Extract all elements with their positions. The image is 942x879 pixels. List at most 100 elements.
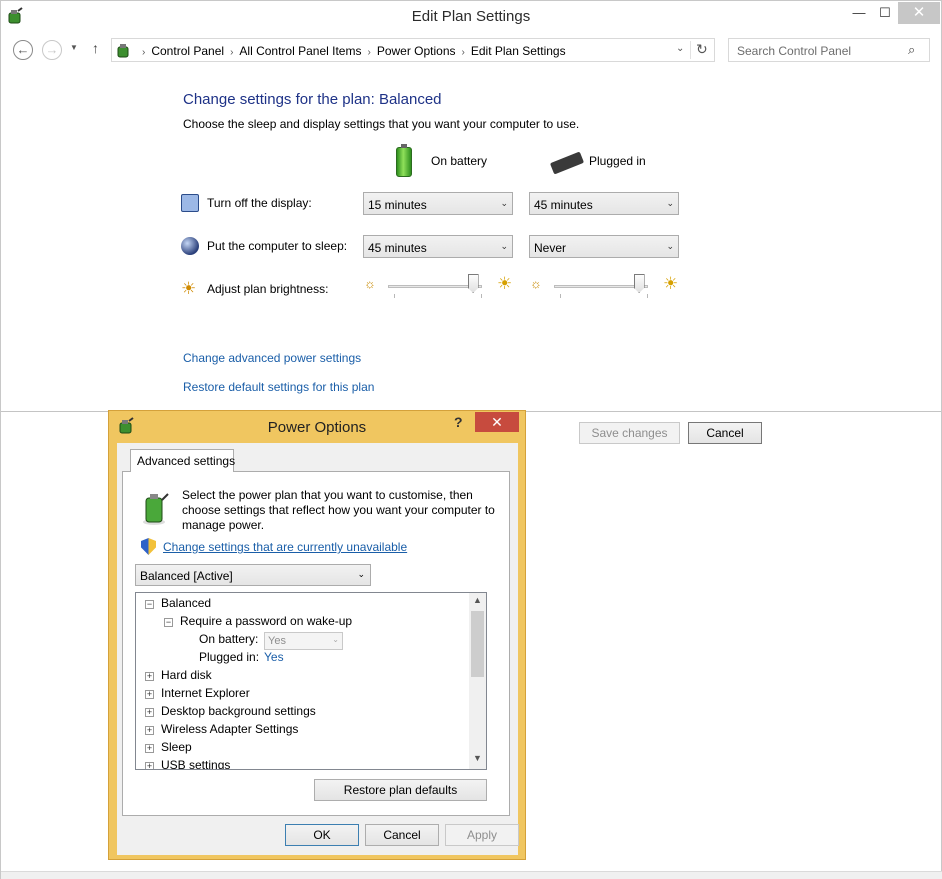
expand-icon[interactable]: +: [145, 762, 154, 769]
refresh-icon[interactable]: ↻: [696, 41, 708, 58]
expand-icon[interactable]: +: [145, 708, 154, 717]
slider-thumb[interactable]: [633, 274, 645, 293]
minimize-button[interactable]: —: [846, 2, 872, 24]
dialog-title: Power Options: [267, 419, 367, 436]
power-plug-icon: [549, 151, 585, 175]
tree-item-internet-explorer[interactable]: Internet Explorer: [161, 686, 250, 700]
breadcrumb-edit-plan[interactable]: Edit Plan Settings: [471, 44, 566, 58]
plugged-in-setting-label: Plugged in:: [199, 650, 260, 664]
tree-item-sleep[interactable]: Sleep: [161, 740, 192, 754]
collapse-icon[interactable]: −: [164, 618, 173, 627]
scroll-down-icon[interactable]: ▼: [473, 753, 482, 763]
change-advanced-settings-link[interactable]: Change advanced power settings: [183, 351, 361, 365]
sleep-plugged-select[interactable]: Never ⌄: [529, 235, 679, 258]
breadcrumb: › Control Panel › All Control Panel Items › P…: [136, 44, 566, 58]
chevron-down-icon: ⌄: [357, 569, 365, 579]
breadcrumb-separator: ›: [367, 47, 371, 58]
slider-tick: [481, 294, 482, 298]
breadcrumb-power-options[interactable]: Power Options: [377, 44, 456, 58]
sleep-battery-select[interactable]: 45 minutes ⌄: [363, 235, 513, 258]
ok-button[interactable]: OK: [285, 824, 359, 846]
chevron-down-icon: ⌄: [500, 198, 508, 208]
dialog-body: Advanced settings Select the power plan …: [117, 443, 519, 855]
brightness-plugged-slider[interactable]: ☼ ☀: [530, 274, 690, 298]
dialog-description: Select the power plan that you want to c…: [182, 488, 495, 532]
expand-icon[interactable]: +: [145, 744, 154, 753]
back-button[interactable]: ←: [13, 40, 33, 60]
restore-defaults-link[interactable]: Restore default settings for this plan: [183, 380, 374, 394]
expand-icon[interactable]: +: [145, 726, 154, 735]
settings-tree[interactable]: − Balanced − Require a password on wake-…: [135, 592, 487, 770]
breadcrumb-separator: ›: [230, 47, 234, 58]
tree-item-password-wakeup[interactable]: Require a password on wake-up: [180, 614, 352, 628]
scrollbar-thumb[interactable]: [471, 611, 484, 677]
moon-sleep-icon: [181, 237, 199, 255]
power-plan-battery-icon: [143, 493, 169, 525]
slider-tick: [560, 294, 561, 298]
on-battery-label: On battery: [431, 154, 488, 168]
slider-tick: [647, 294, 648, 298]
slider-tick: [394, 294, 395, 298]
tree-item-balanced[interactable]: Balanced: [161, 596, 211, 610]
search-input[interactable]: Search Control Panel ⌕: [728, 38, 930, 62]
tab-advanced-settings[interactable]: Advanced settings: [130, 449, 235, 472]
dialog-cancel-button[interactable]: Cancel: [365, 824, 439, 846]
breadcrumb-separator: ›: [461, 47, 465, 58]
chevron-down-icon: ⌄: [332, 635, 339, 644]
chevron-down-icon: ⌄: [666, 198, 674, 208]
power-plan-value: Balanced [Active]: [140, 569, 233, 583]
power-options-dialog: Power Options ? ✕ Advanced settings Sele…: [108, 410, 526, 860]
brightness-battery-slider[interactable]: ☼ ☀: [364, 274, 524, 298]
save-changes-button[interactable]: Save changes: [579, 422, 680, 444]
power-plan-select[interactable]: Balanced [Active] ⌄: [135, 564, 371, 586]
on-battery-setting-value: Yes: [268, 635, 286, 647]
expand-icon[interactable]: +: [145, 690, 154, 699]
forward-button[interactable]: →: [42, 40, 62, 60]
dim-sun-icon: ☼: [364, 276, 376, 291]
collapse-icon[interactable]: −: [145, 600, 154, 609]
recent-locations-chevron-icon[interactable]: ▼: [70, 43, 78, 52]
expand-icon[interactable]: +: [145, 672, 154, 681]
on-battery-setting-label: On battery:: [199, 632, 259, 646]
address-dropdown-icon[interactable]: ⌄: [676, 43, 684, 54]
search-icon[interactable]: ⌕: [908, 42, 915, 58]
advanced-settings-panel: Select the power plan that you want to c…: [122, 471, 510, 816]
tree-scrollbar[interactable]: ▲ ▼: [469, 593, 486, 769]
scroll-up-icon[interactable]: ▲: [473, 595, 482, 605]
status-strip: [1, 871, 942, 879]
address-bar[interactable]: › Control Panel › All Control Panel Items › P…: [111, 38, 715, 62]
apply-button[interactable]: Apply: [445, 824, 519, 846]
display-battery-select[interactable]: 15 minutes ⌄: [363, 192, 513, 215]
dialog-title-bar: Power Options ? ✕: [109, 411, 525, 441]
window-title: Edit Plan Settings: [411, 8, 531, 25]
restore-plan-defaults-button[interactable]: Restore plan defaults: [314, 779, 487, 801]
uac-shield-icon: [141, 538, 156, 555]
breadcrumb-separator: ›: [142, 47, 146, 58]
address-divider: [690, 41, 691, 59]
tree-item-usb-settings[interactable]: USB settings: [161, 758, 230, 769]
breadcrumb-all-items[interactable]: All Control Panel Items: [239, 44, 361, 58]
chevron-down-icon: ⌄: [666, 241, 674, 251]
tree-item-wireless-adapter[interactable]: Wireless Adapter Settings: [161, 722, 298, 736]
page-description: Choose the sleep and display settings th…: [183, 117, 580, 131]
display-plugged-select[interactable]: 45 minutes ⌄: [529, 192, 679, 215]
cancel-button[interactable]: Cancel: [688, 422, 762, 444]
tree-item-desktop-background[interactable]: Desktop background settings: [161, 704, 316, 718]
plugged-in-setting-value[interactable]: Yes: [264, 650, 284, 664]
maximize-button[interactable]: ☐: [872, 2, 898, 24]
dialog-close-button[interactable]: ✕: [475, 412, 519, 432]
navigation-bar: ← → ▼ ↑ › Control Panel › All Control Panel…: [1, 35, 941, 65]
on-battery-setting-select[interactable]: Yes ⌄: [264, 632, 343, 650]
search-placeholder: Search Control Panel: [737, 44, 852, 58]
change-unavailable-settings-link[interactable]: Change settings that are currently unava…: [163, 540, 407, 554]
up-button[interactable]: ↑: [92, 40, 99, 56]
breadcrumb-control-panel[interactable]: Control Panel: [151, 44, 224, 58]
close-button[interactable]: ✕: [898, 2, 940, 24]
help-button[interactable]: ?: [454, 414, 463, 430]
display-plugged-value: 45 minutes: [534, 198, 593, 212]
title-bar: Edit Plan Settings — ☐ ✕: [1, 1, 941, 31]
tree-item-hard-disk[interactable]: Hard disk: [161, 668, 212, 682]
plugged-in-label: Plugged in: [589, 154, 646, 168]
page-title: Change settings for the plan: Balanced: [183, 91, 442, 108]
slider-thumb[interactable]: [467, 274, 479, 293]
